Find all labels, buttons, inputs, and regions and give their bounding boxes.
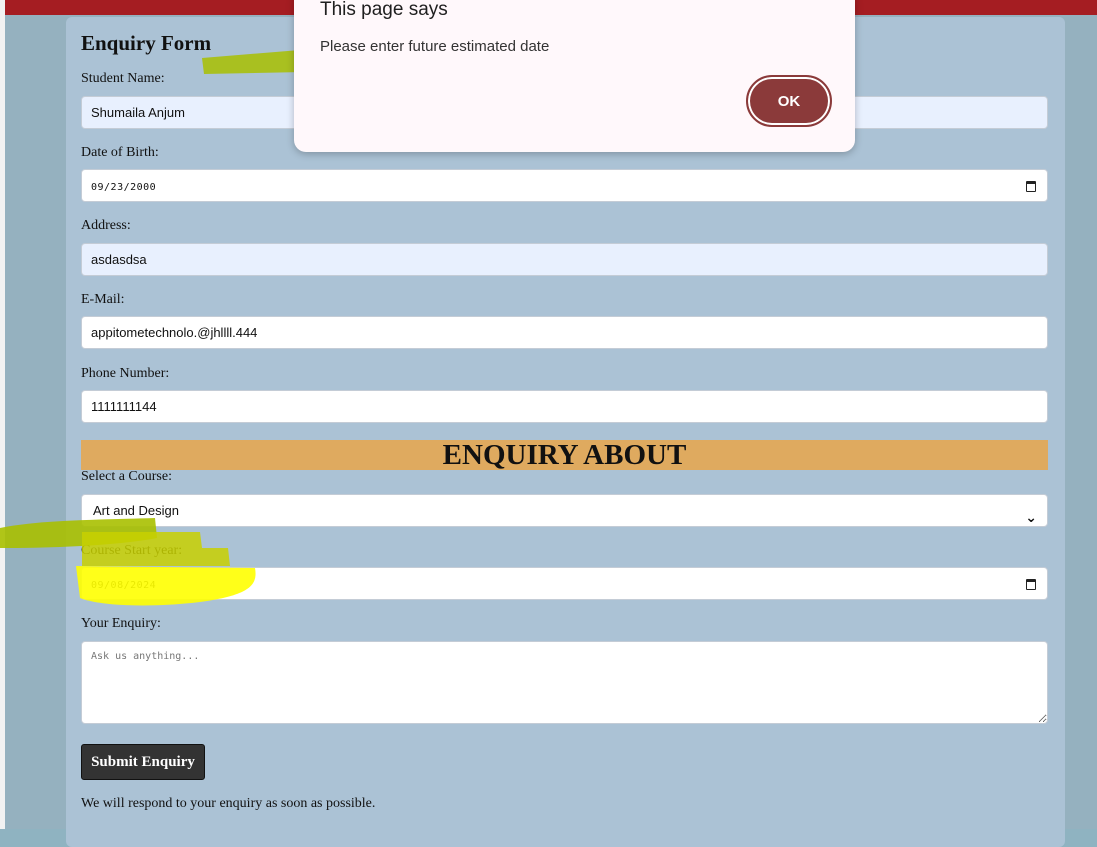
- email-input[interactable]: appitometechnolo.@jhllll.444: [81, 316, 1048, 349]
- address-value: asdasdsa: [91, 252, 147, 267]
- calendar-icon[interactable]: [1026, 181, 1036, 192]
- ok-button[interactable]: OK: [746, 75, 832, 127]
- chevron-down-icon: ⌄: [1025, 510, 1037, 526]
- phone-label: Phone Number:: [81, 366, 170, 381]
- submit-enquiry-button[interactable]: Submit Enquiry: [81, 744, 205, 780]
- start-year-value: 09/08/2024: [91, 580, 157, 591]
- enquiry-label: Your Enquiry:: [81, 616, 161, 631]
- dialog-title: This page says: [320, 0, 448, 20]
- dob-input[interactable]: 09/23/2000: [81, 169, 1048, 202]
- alert-dialog: This page says Please enter future estim…: [294, 0, 855, 152]
- email-value: appitometechnolo.@jhllll.444: [91, 325, 258, 340]
- dob-label: Date of Birth:: [81, 145, 159, 160]
- address-input[interactable]: asdasdsa: [81, 243, 1048, 276]
- address-label: Address:: [81, 218, 131, 233]
- student-name-label: Student Name:: [81, 71, 165, 86]
- course-label: Select a Course:: [81, 469, 172, 484]
- course-select[interactable]: Art and Design ⌄: [81, 494, 1048, 527]
- phone-value: 1111111144: [91, 399, 157, 414]
- course-value: Art and Design: [93, 503, 179, 518]
- dob-value: 09/23/2000: [91, 182, 157, 193]
- enquiry-about-banner: ENQUIRY ABOUT: [81, 440, 1048, 471]
- email-label: E-Mail:: [81, 292, 125, 307]
- dialog-message: Please enter future estimated date: [320, 38, 550, 55]
- form-title: Enquiry Form: [81, 31, 212, 55]
- calendar-icon[interactable]: [1026, 579, 1036, 590]
- student-name-value: Shumaila Anjum: [91, 105, 185, 120]
- phone-input[interactable]: 1111111144: [81, 390, 1048, 423]
- enquiry-textarea[interactable]: [81, 641, 1048, 724]
- start-year-input[interactable]: 09/08/2024: [81, 567, 1048, 600]
- left-edge: [0, 0, 5, 829]
- response-note: We will respond to your enquiry as soon …: [81, 796, 376, 811]
- start-year-label: Course Start year:: [81, 543, 183, 558]
